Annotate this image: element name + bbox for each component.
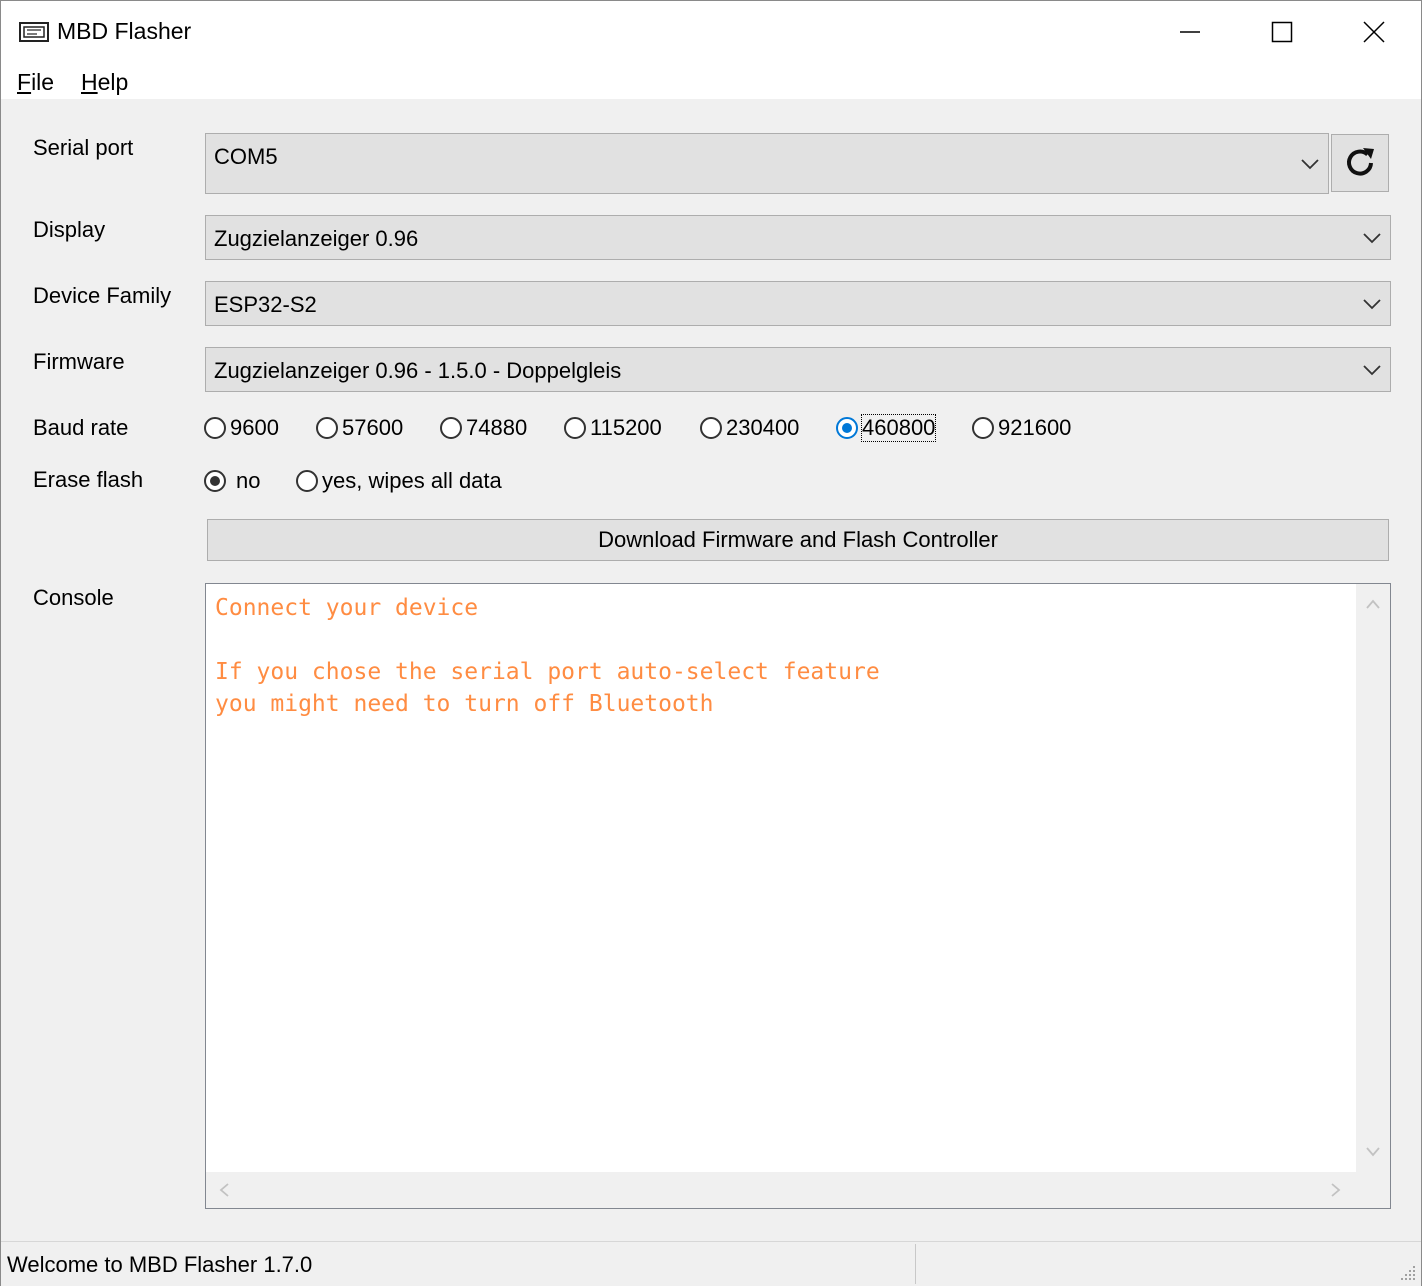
chevron-down-icon [1363, 365, 1381, 376]
baud-rate-group: 9600 57600 74880 115200 230400 460800 92… [204, 413, 1104, 443]
baud-option-57600[interactable]: 57600 [316, 413, 403, 443]
minimize-button[interactable] [1144, 1, 1236, 63]
display-select[interactable]: Zugzielanzeiger 0.96 [205, 215, 1391, 260]
title-bar[interactable]: MBD Flasher [1, 1, 1421, 65]
device-family-value: ESP32-S2 [214, 292, 317, 317]
baud-option-115200[interactable]: 115200 [564, 413, 662, 443]
erase-option-label: no [236, 468, 261, 493]
erase-option-label: yes, wipes all data [322, 468, 502, 493]
app-icon [19, 22, 49, 42]
console-line: you might need to turn off Bluetooth [215, 691, 714, 717]
menu-help-accel: H [81, 69, 98, 95]
display-label: Display [33, 217, 106, 242]
menu-help[interactable]: Help [81, 69, 128, 96]
radio-circle [972, 417, 994, 439]
radio-circle [564, 417, 586, 439]
console-label: Console [33, 585, 114, 610]
radio-circle [700, 417, 722, 439]
device-family-select[interactable]: ESP32-S2 [205, 281, 1391, 326]
menu-help-label: elp [97, 69, 129, 95]
horizontal-scrollbar[interactable] [206, 1172, 1356, 1208]
baud-option-label: 921600 [998, 415, 1072, 440]
status-divider [915, 1244, 916, 1284]
refresh-icon [1347, 148, 1374, 176]
firmware-label: Firmware [33, 349, 125, 374]
firmware-select[interactable]: Zugzielanzeiger 0.96 - 1.5.0 - Doppelgle… [205, 347, 1391, 392]
scroll-left-icon[interactable] [218, 1182, 230, 1198]
scrollbar-corner [1356, 1172, 1390, 1208]
console-text: Connect your device If you chose the ser… [215, 592, 880, 720]
erase-flash-group: no yes, wipes all data [204, 466, 604, 496]
display-value: Zugzielanzeiger 0.96 [214, 226, 419, 251]
radio-circle [296, 470, 318, 492]
baud-option-label: 57600 [342, 415, 404, 440]
serial-port-select[interactable]: COM5 [205, 133, 1329, 194]
app-window: MBD Flasher File Help Serial port COM5 D… [0, 0, 1422, 1286]
radio-circle [440, 417, 462, 439]
baud-option-label: 115200 [590, 415, 662, 440]
baud-option-9600[interactable]: 9600 [204, 413, 279, 443]
menu-file[interactable]: File [17, 69, 54, 96]
console-output[interactable]: Connect your device If you chose the ser… [205, 583, 1391, 1209]
radio-circle-selected [836, 417, 858, 439]
scroll-up-icon[interactable] [1365, 598, 1381, 610]
window-title: MBD Flasher [57, 18, 192, 44]
baud-option-921600[interactable]: 921600 [972, 413, 1071, 443]
radio-circle-selected [204, 470, 226, 492]
console-line: If you chose the serial port auto-select… [215, 659, 880, 685]
serial-port-value: COM5 [214, 144, 278, 169]
scroll-down-icon[interactable] [1365, 1146, 1381, 1158]
scroll-right-icon[interactable] [1330, 1182, 1342, 1198]
status-bar: Welcome to MBD Flasher 1.7.0 [1, 1241, 1421, 1286]
baud-option-label: 74880 [466, 415, 528, 440]
download-flash-button[interactable]: Download Firmware and Flash Controller [207, 519, 1389, 561]
baud-option-230400[interactable]: 230400 [700, 413, 799, 443]
chevron-down-icon [1363, 233, 1381, 244]
menu-file-accel: F [17, 69, 32, 95]
device-family-label: Device Family [33, 283, 172, 308]
erase-flash-label: Erase flash [33, 467, 144, 492]
radio-circle [316, 417, 338, 439]
erase-option-no[interactable]: no [204, 466, 260, 496]
refresh-ports-button[interactable] [1331, 134, 1389, 192]
resize-grip-icon[interactable] [1397, 1262, 1417, 1282]
console-line: Connect your device [215, 595, 479, 621]
maximize-icon [1271, 21, 1293, 43]
baud-option-460800[interactable]: 460800 [836, 413, 937, 443]
status-text: Welcome to MBD Flasher 1.7.0 [7, 1252, 313, 1277]
close-button[interactable] [1328, 1, 1420, 63]
serial-port-label: Serial port [33, 135, 134, 160]
firmware-value: Zugzielanzeiger 0.96 - 1.5.0 - Doppelgle… [214, 358, 622, 383]
baud-option-label: 9600 [230, 415, 279, 440]
maximize-button[interactable] [1236, 1, 1328, 63]
menu-bar: File Help [1, 65, 1421, 99]
close-icon [1363, 21, 1385, 43]
baud-option-74880[interactable]: 74880 [440, 413, 527, 443]
baud-option-label: 230400 [726, 415, 800, 440]
radio-circle [204, 417, 226, 439]
vertical-scrollbar[interactable] [1356, 584, 1390, 1172]
baud-rate-label: Baud rate [33, 415, 129, 440]
minimize-icon [1180, 31, 1200, 33]
menu-file-label: ile [31, 69, 55, 95]
erase-option-yes[interactable]: yes, wipes all data [296, 466, 502, 496]
chevron-down-icon [1301, 159, 1319, 170]
baud-option-label: 460800 [860, 414, 937, 442]
chevron-down-icon [1363, 299, 1381, 310]
